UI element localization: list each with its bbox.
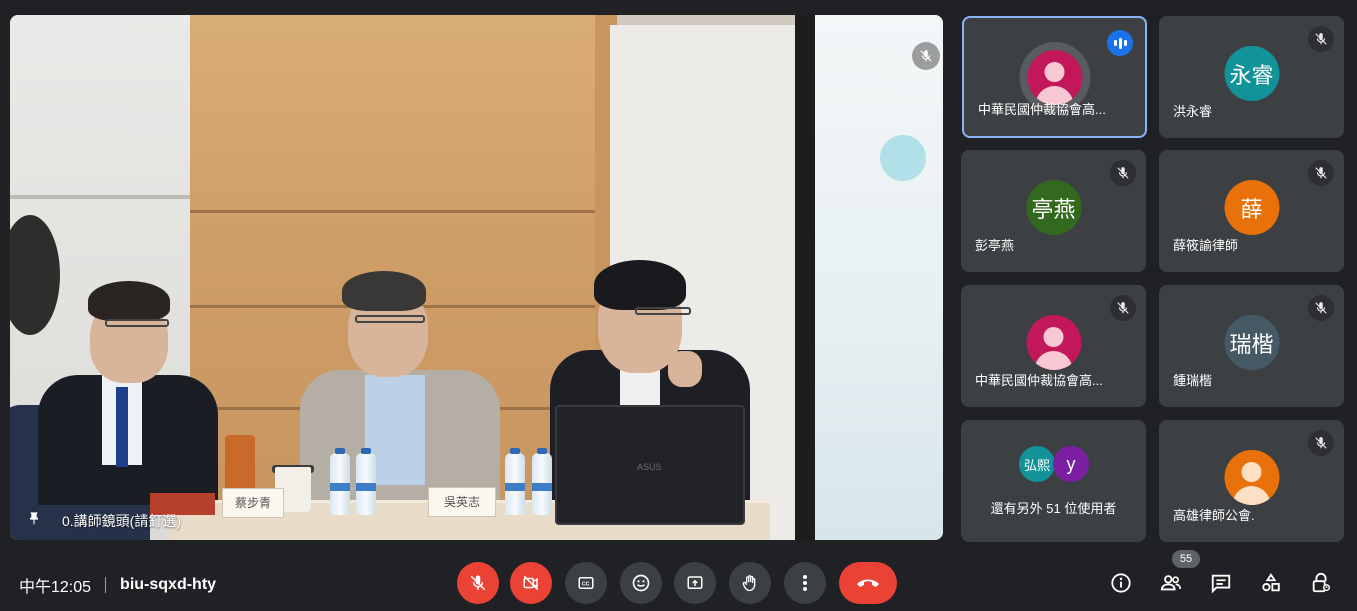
mic-off-icon — [1308, 430, 1334, 456]
main-video-feed[interactable]: 蔡步青 吳英志 ASUS 0.講師鏡頭(請釘選) — [10, 15, 943, 540]
mic-off-icon — [1110, 160, 1136, 186]
nameplate: 吳英志 — [428, 487, 496, 517]
closed-captions-icon: CC — [578, 577, 594, 589]
avatar: 亭燕 — [1026, 180, 1081, 235]
water-bottle — [532, 448, 552, 515]
pinned-participant-label: 0.講師鏡頭(請釘選) — [26, 510, 181, 531]
participant-name: 高雄律師公會. — [1173, 508, 1255, 523]
present-icon — [687, 576, 703, 589]
clock: 中午12:05 — [19, 579, 92, 596]
avatar: 薛 — [1224, 180, 1279, 235]
meeting-info: 中午12:05 biu-sqxd-hty — [19, 573, 216, 597]
emoji-icon — [632, 574, 650, 592]
laptop: ASUS — [555, 405, 745, 525]
captions-button[interactable]: CC — [565, 562, 607, 604]
leave-call-button[interactable] — [839, 562, 897, 604]
other-participants-tile[interactable]: 弘熙 y 還有另外 51 位使用者 — [961, 420, 1146, 542]
mic-off-icon — [1110, 295, 1136, 321]
participants-button[interactable] — [1156, 568, 1186, 598]
avatar: 弘熙 — [1019, 446, 1055, 482]
raise-hand-button[interactable] — [729, 562, 771, 604]
hang-up-icon — [857, 579, 879, 587]
participant-tile[interactable]: 中華民國仲裁協會高... — [962, 16, 1147, 138]
avatar — [1027, 50, 1082, 105]
activities-button[interactable] — [1256, 568, 1286, 598]
water-bottle — [330, 448, 350, 515]
laptop-logo: ASUS — [637, 462, 662, 472]
lock-person-icon — [1312, 572, 1330, 593]
pinned-name: 0.講師鏡頭(請釘選) — [62, 512, 181, 529]
participant-name: 彭亭燕 — [975, 238, 1015, 253]
water-bottle — [505, 448, 525, 515]
avatar: y — [1053, 446, 1089, 482]
bottom-control-bar: 中午12:05 biu-sqxd-hty CC — [0, 548, 1357, 611]
avatar: 瑞楷 — [1224, 315, 1279, 370]
mic-off-icon — [1308, 26, 1334, 52]
projected-avatar — [880, 135, 926, 181]
participant-name: 鍾瑞楷 — [1173, 373, 1213, 388]
nameplate: 蔡步青 — [222, 488, 284, 518]
chat-button[interactable] — [1206, 568, 1236, 598]
reactions-button[interactable] — [620, 562, 662, 604]
camera-off-icon — [523, 575, 539, 591]
mic-off-icon — [470, 575, 486, 591]
avatar — [1026, 315, 1081, 370]
mic-off-icon — [912, 42, 940, 70]
present-screen-button[interactable] — [674, 562, 716, 604]
meeting-code: biu-sqxd-hty — [120, 576, 217, 593]
meeting-details-button[interactable] — [1106, 568, 1136, 598]
participant-tile[interactable]: 中華民國仲裁協會高... — [961, 285, 1146, 407]
camera-toggle-button[interactable] — [510, 562, 552, 604]
participant-tile[interactable]: 高雄律師公會. — [1159, 420, 1344, 542]
water-bottle — [356, 448, 376, 515]
more-vert-icon — [803, 575, 807, 591]
panel-seam — [190, 210, 610, 213]
participant-name: 薛筱諭律師 — [1173, 238, 1239, 253]
mic-off-icon — [1308, 295, 1334, 321]
more-options-button[interactable] — [784, 562, 826, 604]
hand-icon — [742, 575, 756, 592]
participant-name: 中華民國仲裁協會高... — [978, 102, 1106, 117]
participant-tile[interactable]: 薛 薛筱諭律師 — [1159, 150, 1344, 272]
participant-name: 洪永睿 — [1173, 104, 1213, 119]
conference-room-scene: 蔡步青 吳英志 ASUS — [10, 15, 943, 540]
svg-text:CC: CC — [582, 582, 590, 588]
participant-tile[interactable]: 亭燕 彭亭燕 — [961, 150, 1146, 272]
other-participants-count: 還有另外 51 位使用者 — [990, 501, 1117, 516]
mic-off-icon — [1308, 160, 1334, 186]
people-icon — [1160, 575, 1181, 591]
participant-name: 中華民國仲裁協會高... — [975, 373, 1103, 388]
participant-count-badge: 55 — [1172, 550, 1200, 568]
pillar — [795, 15, 817, 540]
participant-tile[interactable]: 瑞楷 鍾瑞楷 — [1159, 285, 1344, 407]
host-controls-button[interactable] — [1306, 568, 1336, 598]
other-participants-avatars: 弘熙 y — [1019, 446, 1094, 486]
projection-screen — [815, 15, 943, 540]
mic-toggle-button[interactable] — [457, 562, 499, 604]
avatar — [1224, 450, 1279, 505]
info-icon — [1111, 573, 1131, 593]
avatar: 永睿 — [1224, 46, 1279, 101]
speaking-indicator-icon — [1107, 30, 1133, 56]
shapes-icon — [1262, 573, 1280, 592]
divider — [105, 577, 107, 593]
pin-icon[interactable] — [26, 510, 42, 531]
chat-icon — [1211, 574, 1231, 594]
wall-band — [10, 195, 200, 199]
participant-tile[interactable]: 永睿 洪永睿 — [1159, 16, 1344, 138]
